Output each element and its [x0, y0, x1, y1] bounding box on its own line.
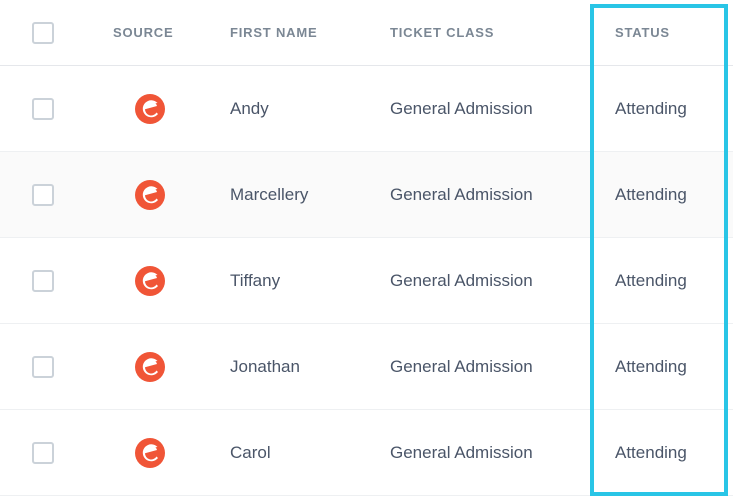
row-ticket: General Admission: [390, 271, 533, 291]
header-source-label: SOURCE: [113, 25, 173, 40]
table-row[interactable]: Tiffany General Admission Attending: [0, 238, 733, 324]
row-source-cell: [85, 266, 225, 296]
row-ticket: General Admission: [390, 99, 533, 119]
row-checkbox-cell: [0, 442, 85, 464]
row-ticket-cell: General Admission: [385, 185, 595, 205]
eventbrite-icon: [135, 438, 165, 468]
header-first-name-label: FIRST NAME: [230, 25, 317, 40]
row-name: Marcellery: [230, 185, 308, 205]
row-checkbox-cell: [0, 98, 85, 120]
row-source-cell: [85, 180, 225, 210]
row-status: Attending: [615, 443, 687, 463]
header-status: STATUS: [595, 25, 733, 40]
row-ticket-cell: General Admission: [385, 443, 595, 463]
row-name: Andy: [230, 99, 269, 119]
row-source-cell: [85, 94, 225, 124]
row-name-cell: Carol: [225, 443, 385, 463]
header-first-name: FIRST NAME: [225, 25, 385, 40]
row-checkbox[interactable]: [32, 98, 54, 120]
header-checkbox-cell: [0, 22, 85, 44]
row-ticket-cell: General Admission: [385, 271, 595, 291]
table-header-row: SOURCE FIRST NAME TICKET CLASS STATUS: [0, 0, 733, 66]
row-checkbox-cell: [0, 270, 85, 292]
table-row[interactable]: Marcellery General Admission Attending: [0, 152, 733, 238]
select-all-checkbox[interactable]: [32, 22, 54, 44]
row-checkbox-cell: [0, 184, 85, 206]
row-source-cell: [85, 352, 225, 382]
row-name-cell: Tiffany: [225, 271, 385, 291]
eventbrite-icon: [135, 352, 165, 382]
row-name-cell: Jonathan: [225, 357, 385, 377]
row-status: Attending: [615, 271, 687, 291]
row-checkbox[interactable]: [32, 184, 54, 206]
eventbrite-icon: [135, 180, 165, 210]
row-name-cell: Andy: [225, 99, 385, 119]
row-name-cell: Marcellery: [225, 185, 385, 205]
header-status-label: STATUS: [615, 25, 670, 40]
table-row[interactable]: Andy General Admission Attending: [0, 66, 733, 152]
table-row[interactable]: Jonathan General Admission Attending: [0, 324, 733, 410]
row-ticket: General Admission: [390, 185, 533, 205]
row-checkbox[interactable]: [32, 270, 54, 292]
header-ticket-class: TICKET CLASS: [385, 25, 595, 40]
row-status: Attending: [615, 357, 687, 377]
row-name: Tiffany: [230, 271, 280, 291]
row-status-cell: Attending: [595, 185, 733, 205]
row-status: Attending: [615, 185, 687, 205]
attendee-table: SOURCE FIRST NAME TICKET CLASS STATUS An…: [0, 0, 733, 496]
row-status-cell: Attending: [595, 443, 733, 463]
row-name: Jonathan: [230, 357, 300, 377]
row-status: Attending: [615, 99, 687, 119]
row-status-cell: Attending: [595, 271, 733, 291]
row-checkbox[interactable]: [32, 356, 54, 378]
row-checkbox-cell: [0, 356, 85, 378]
row-source-cell: [85, 438, 225, 468]
row-checkbox[interactable]: [32, 442, 54, 464]
eventbrite-icon: [135, 94, 165, 124]
row-name: Carol: [230, 443, 271, 463]
row-status-cell: Attending: [595, 99, 733, 119]
header-source: SOURCE: [85, 25, 225, 40]
row-ticket-cell: General Admission: [385, 99, 595, 119]
row-ticket: General Admission: [390, 357, 533, 377]
row-status-cell: Attending: [595, 357, 733, 377]
row-ticket: General Admission: [390, 443, 533, 463]
table-row[interactable]: Carol General Admission Attending: [0, 410, 733, 496]
row-ticket-cell: General Admission: [385, 357, 595, 377]
header-ticket-class-label: TICKET CLASS: [390, 25, 494, 40]
eventbrite-icon: [135, 266, 165, 296]
